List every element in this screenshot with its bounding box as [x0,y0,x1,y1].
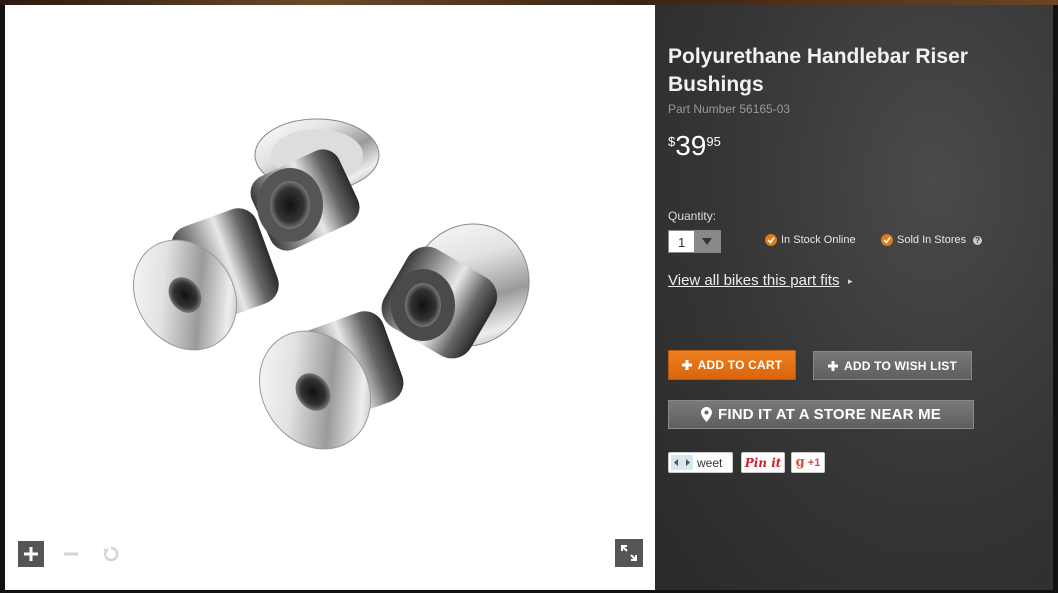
fullscreen-button[interactable] [615,539,643,567]
bushing-bottom [259,311,404,450]
zoom-in-button[interactable] [18,541,44,567]
google-plus-icon: g [795,455,805,470]
add-to-cart-button[interactable]: ADD TO CART [668,350,796,380]
product-price: $3995 [668,130,721,162]
quantity-select[interactable]: 1 [668,230,721,253]
in-stock-online-status: In Stock Online [765,234,856,246]
add-to-wish-list-label: ADD TO WISH LIST [844,358,957,373]
bushing-left [132,208,279,351]
price-dollars: 39 [675,130,707,161]
google-plus-label: +1 [807,456,821,469]
add-to-wish-list-button[interactable]: ADD TO WISH LIST [813,351,972,380]
tweet-label: weet [697,455,723,470]
product-info-panel: Polyurethane Handlebar Riser Bushings Pa… [655,5,1053,590]
reset-icon [103,546,119,562]
product-title: Polyurethane Handlebar Riser Bushings [668,45,968,96]
add-to-cart-label: ADD TO CART [697,358,783,372]
chevron-right-icon: ▸ [848,276,853,286]
check-icon [881,234,893,246]
find-store-label: FIND IT AT A STORE NEAR ME [718,406,941,423]
quantity-value: 1 [678,235,686,250]
zoom-in-icon [24,547,38,561]
view-fitment-link[interactable]: View all bikes this part fits [668,272,839,289]
zoom-out-icon [64,552,78,556]
dropdown-arrow[interactable] [694,231,720,252]
product-photo [132,118,530,450]
part-number: Part Number 56165-03 [668,102,791,116]
find-store-button[interactable]: FIND IT AT A STORE NEAR ME [668,400,974,429]
map-pin-icon [701,407,712,422]
help-icon[interactable]: ? [973,235,983,245]
sold-in-stores-label: Sold In Stores [897,234,967,246]
reset-zoom-button[interactable] [98,541,124,567]
in-stock-online-label: In Stock Online [781,234,856,246]
plus-icon [681,360,692,370]
twitter-icon [671,455,693,470]
tweet-button[interactable]: weet [668,452,733,473]
check-icon [765,234,777,246]
product-image-viewer[interactable] [5,5,655,590]
price-cents: 95 [706,134,721,149]
pin-it-button[interactable]: Pin it [741,452,785,473]
pin-it-label: Pin it [744,455,782,470]
expand-icon [621,545,637,561]
google-plus-button[interactable]: g +1 [791,452,825,473]
quantity-label: Quantity: [668,209,717,223]
zoom-controls [18,541,124,567]
sold-in-stores-status: Sold In Stores ? [881,234,983,246]
zoom-out-button[interactable] [58,541,84,567]
chevron-down-icon [702,238,712,245]
plus-icon [828,360,838,371]
bushing-right [381,223,530,359]
price-currency: $ [668,134,676,149]
bushing-top [250,118,380,251]
